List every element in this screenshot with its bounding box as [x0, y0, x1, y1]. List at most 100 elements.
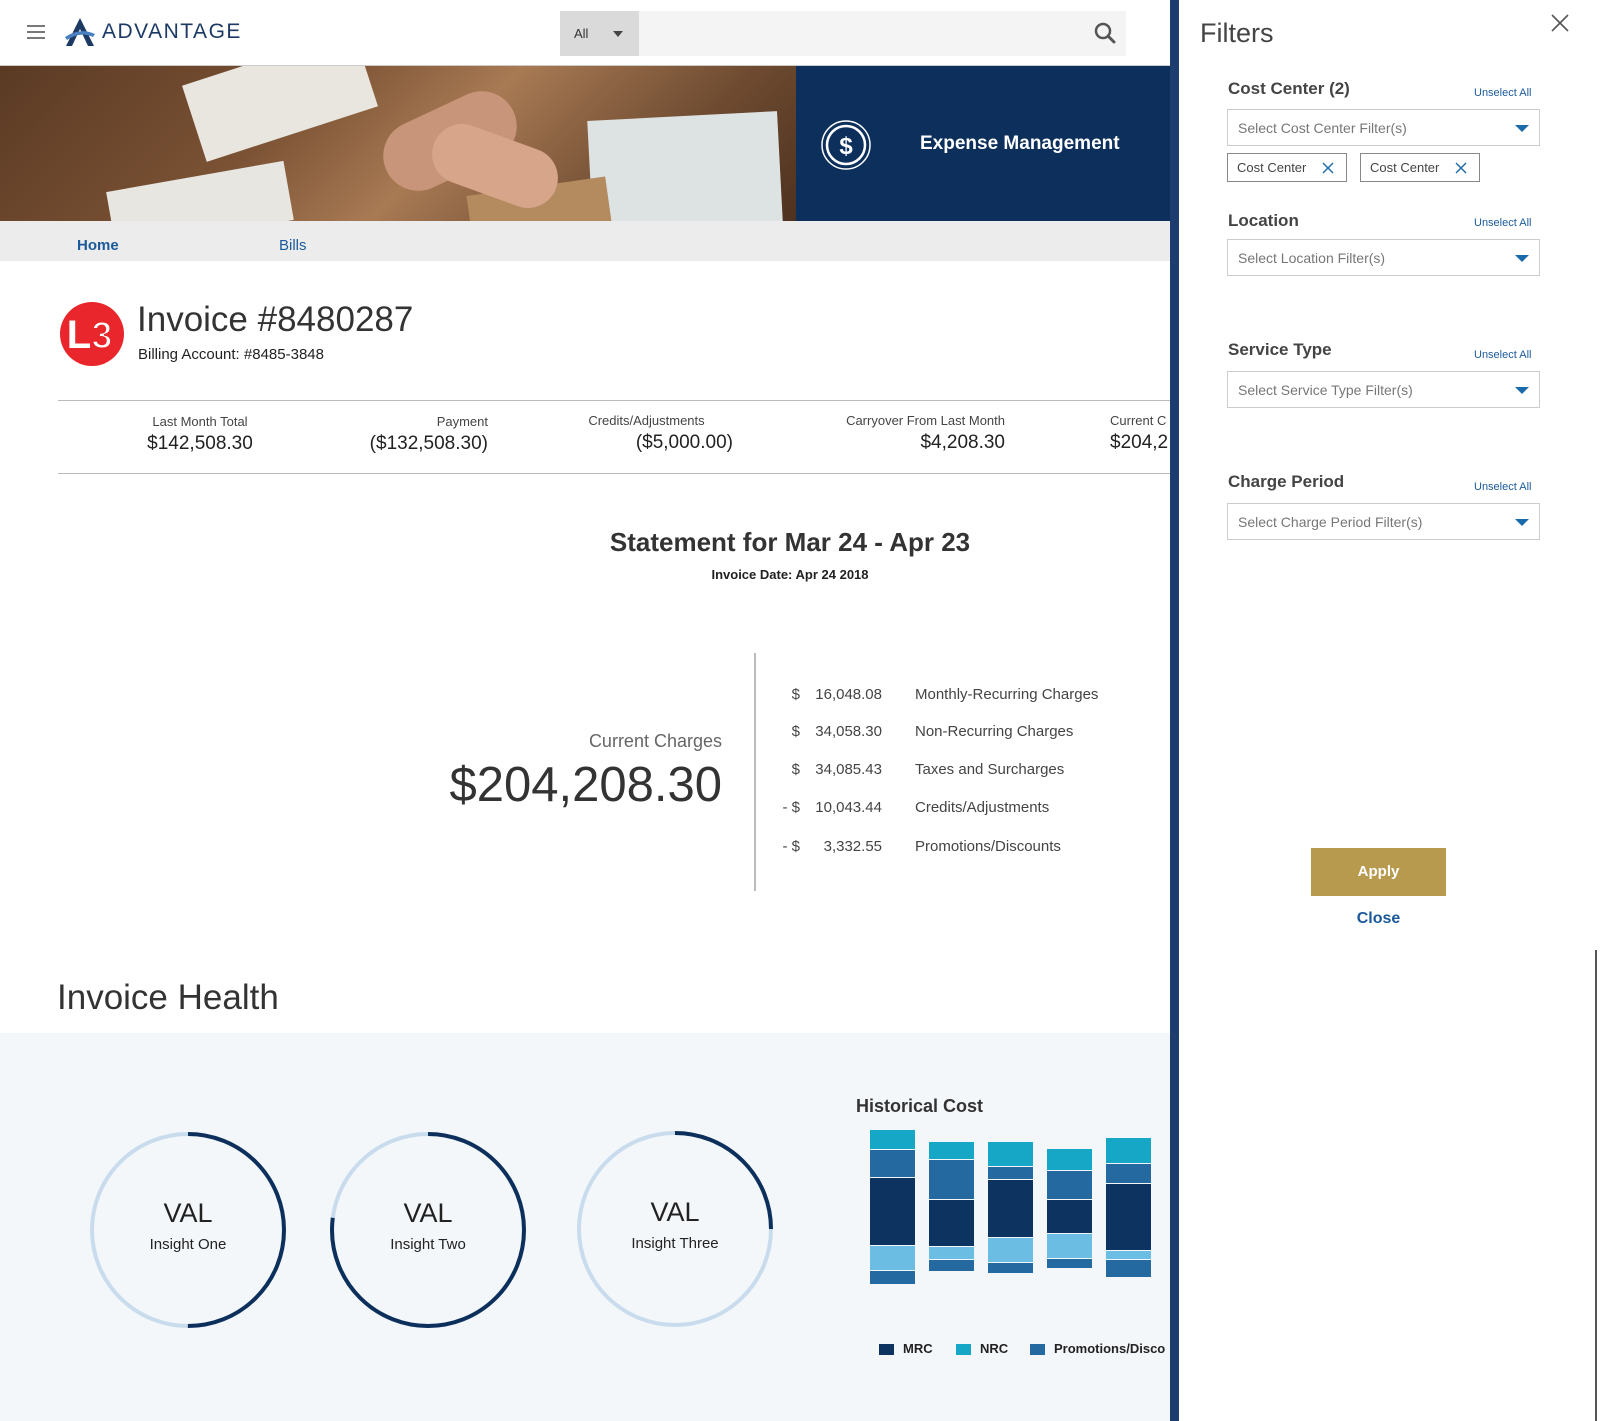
search-icon[interactable]: [1094, 22, 1116, 44]
summary-value: $4,208.30: [920, 432, 1005, 453]
summary-value: ($5,000.00): [635, 432, 733, 453]
l3-logo: L 3: [60, 302, 124, 366]
insight-ring: VAL Insight Two: [328, 1130, 528, 1330]
location-select[interactable]: Select Location Filter(s): [1227, 239, 1540, 276]
cost-center-select[interactable]: Select Cost Center Filter(s): [1227, 109, 1540, 146]
bar-segment: [870, 1271, 915, 1284]
filter-chip: Cost Center: [1360, 153, 1480, 182]
search-scope-value: All: [574, 26, 589, 41]
legend-swatch: [956, 1344, 971, 1356]
top-bar: ADVANTAGE All: [0, 0, 1170, 66]
filter-label-charge-period: Charge Period: [1228, 472, 1345, 491]
advantage-logo[interactable]: ADVANTAGE: [64, 16, 242, 48]
bar-segment: [988, 1180, 1033, 1237]
legend-swatch: [879, 1344, 894, 1356]
apply-button[interactable]: Apply: [1311, 848, 1446, 896]
search-scope-select[interactable]: All: [560, 11, 639, 56]
nav-home-link[interactable]: Home: [77, 237, 119, 254]
svg-text:3: 3: [91, 315, 112, 357]
summary-current-charges: Current C $204,2: [1110, 413, 1170, 454]
divider: [58, 400, 1170, 401]
charge-label: Non-Recurring Charges: [915, 723, 1074, 740]
bar-segment: [929, 1247, 974, 1259]
unselect-all-location[interactable]: Unselect All: [1474, 217, 1531, 229]
summary-label: Credits/Adjustments: [588, 413, 705, 428]
remove-chip-icon[interactable]: [1454, 161, 1468, 175]
summary-value: $142,508.30: [147, 433, 253, 454]
summary-carryover: Carryover From Last Month $4,208.30: [820, 413, 1005, 454]
charge-amount: 34,058.30: [815, 723, 882, 740]
scrollbar[interactable]: [1595, 950, 1597, 1421]
sub-nav: Home Bills: [0, 221, 1170, 261]
bar-segment: [929, 1260, 974, 1271]
billing-account: Billing Account: #8485-3848: [138, 346, 324, 363]
insight-progress-ring: [577, 1131, 773, 1327]
historical-cost-title: Historical Cost: [856, 1096, 984, 1116]
select-placeholder: Select Service Type Filter(s): [1238, 382, 1413, 398]
insight-label: Insight One: [149, 1236, 227, 1253]
insight-value: VAL: [650, 1197, 700, 1227]
chevron-down-icon: [1515, 125, 1529, 132]
bar-segment: [988, 1238, 1033, 1262]
svg-text:$: $: [839, 133, 853, 160]
legend-item: Promotions/Disco: [1030, 1341, 1165, 1356]
unselect-all-service-type[interactable]: Unselect All: [1474, 349, 1531, 361]
chip-label: Cost Center: [1237, 160, 1307, 175]
legend-label: NRC: [980, 1341, 1009, 1356]
filter-chip: Cost Center: [1227, 153, 1347, 182]
insight-value: VAL: [163, 1198, 213, 1228]
insight-progress-ring: [90, 1132, 286, 1328]
bar-segment: [1106, 1164, 1151, 1183]
legend-label: MRC: [903, 1341, 933, 1356]
current-charges-label: Current Charges: [588, 731, 722, 751]
bar-segment: [870, 1178, 915, 1245]
hamburger-menu-icon[interactable]: [27, 25, 45, 39]
bar-segment: [1047, 1259, 1092, 1268]
service-type-select[interactable]: Select Service Type Filter(s): [1227, 371, 1540, 408]
charge-period-select[interactable]: Select Charge Period Filter(s): [1227, 503, 1540, 540]
unselect-all-cost-center[interactable]: Unselect All: [1474, 87, 1531, 99]
chevron-down-icon: [613, 31, 623, 37]
page: ADVANTAGE All $ Expense Management Home …: [0, 0, 1600, 1421]
bar-segment: [1047, 1234, 1092, 1258]
remove-chip-icon[interactable]: [1321, 161, 1335, 175]
bar-segment: [988, 1263, 1033, 1273]
legend-swatch: [1030, 1344, 1045, 1356]
charge-sign: $: [791, 761, 800, 778]
bar-segment: [1106, 1251, 1151, 1259]
hero-title: Expense Management: [920, 133, 1120, 154]
dollar-icon: $: [821, 120, 871, 170]
charge-amount: 34,085.43: [815, 761, 882, 778]
chevron-down-icon: [1515, 387, 1529, 394]
insight-ring: VAL Insight Three: [575, 1129, 775, 1329]
close-icon[interactable]: [1550, 13, 1570, 33]
bar-segment: [1047, 1171, 1092, 1199]
charge-sign: $: [791, 686, 800, 703]
summary-value: $204,2: [1110, 432, 1169, 453]
insight-label: Insight Two: [390, 1236, 466, 1253]
nav-bills-link[interactable]: Bills: [279, 237, 307, 254]
summary-value: ($132,508.30): [369, 433, 488, 454]
invoice-date: Invoice Date: Apr 24 2018: [711, 567, 869, 582]
charge-label: Taxes and Surcharges: [915, 761, 1065, 778]
current-charges-value: $204,208.30: [449, 758, 723, 812]
hero-image: [0, 66, 796, 221]
search-input[interactable]: [639, 11, 1126, 56]
unselect-all-charge-period[interactable]: Unselect All: [1474, 481, 1531, 493]
charge-label: Monthly-Recurring Charges: [915, 686, 1099, 703]
close-link[interactable]: Close: [1311, 910, 1446, 928]
legend-item: NRC: [956, 1341, 1008, 1356]
bar-segment: [929, 1200, 974, 1246]
logo-text: ADVANTAGE: [102, 20, 242, 43]
bar-segment: [1106, 1260, 1151, 1277]
bar-segment: [870, 1130, 915, 1149]
legend-label: Promotions/Disco: [1054, 1341, 1166, 1356]
chevron-down-icon: [1515, 255, 1529, 262]
summary-payment: Payment ($132,508.30): [330, 414, 488, 455]
insight-label: Insight Three: [631, 1235, 719, 1252]
charge-amount: 3,332.55: [823, 838, 882, 855]
filter-label-service-type: Service Type: [1228, 340, 1332, 359]
divider: [754, 653, 756, 891]
charge-label: Promotions/Discounts: [915, 838, 1061, 855]
bar-segment: [870, 1246, 915, 1270]
